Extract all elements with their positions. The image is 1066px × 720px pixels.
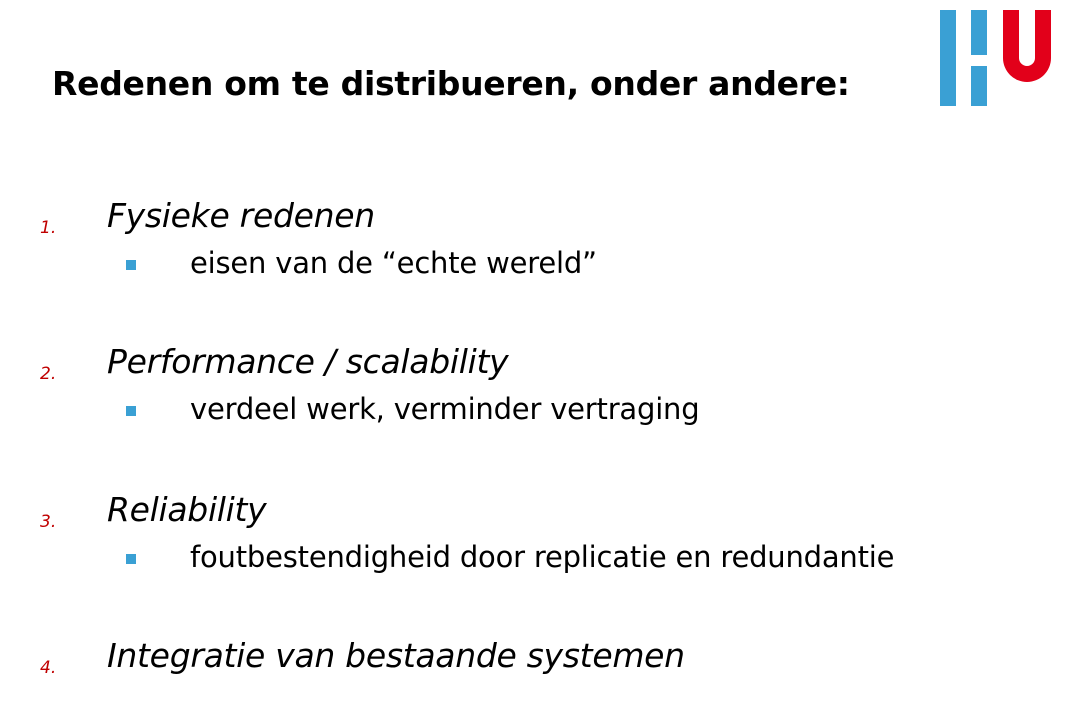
item-sub: verdeel werk, verminder vertraging (190, 392, 700, 426)
item-number: 2. (40, 364, 57, 384)
item-label: Fysieke redenen (107, 196, 375, 235)
slide-title: Redenen om te distribueren, onder andere… (52, 64, 850, 103)
square-bullet-icon (126, 554, 136, 564)
item-number: 4. (40, 658, 57, 678)
item-label: Performance / scalability (107, 342, 509, 381)
item-sub: eisen van de “echte wereld” (190, 246, 597, 280)
square-bullet-icon (126, 406, 136, 416)
item-sub: foutbestendigheid door replicatie en red… (190, 540, 895, 574)
item-label: Integratie van bestaande systemen (107, 636, 685, 675)
item-number: 3. (40, 512, 57, 532)
hu-logo (940, 10, 1051, 106)
item-number: 1. (40, 218, 57, 238)
square-bullet-icon (126, 260, 136, 270)
item-label: Reliability (107, 490, 267, 529)
